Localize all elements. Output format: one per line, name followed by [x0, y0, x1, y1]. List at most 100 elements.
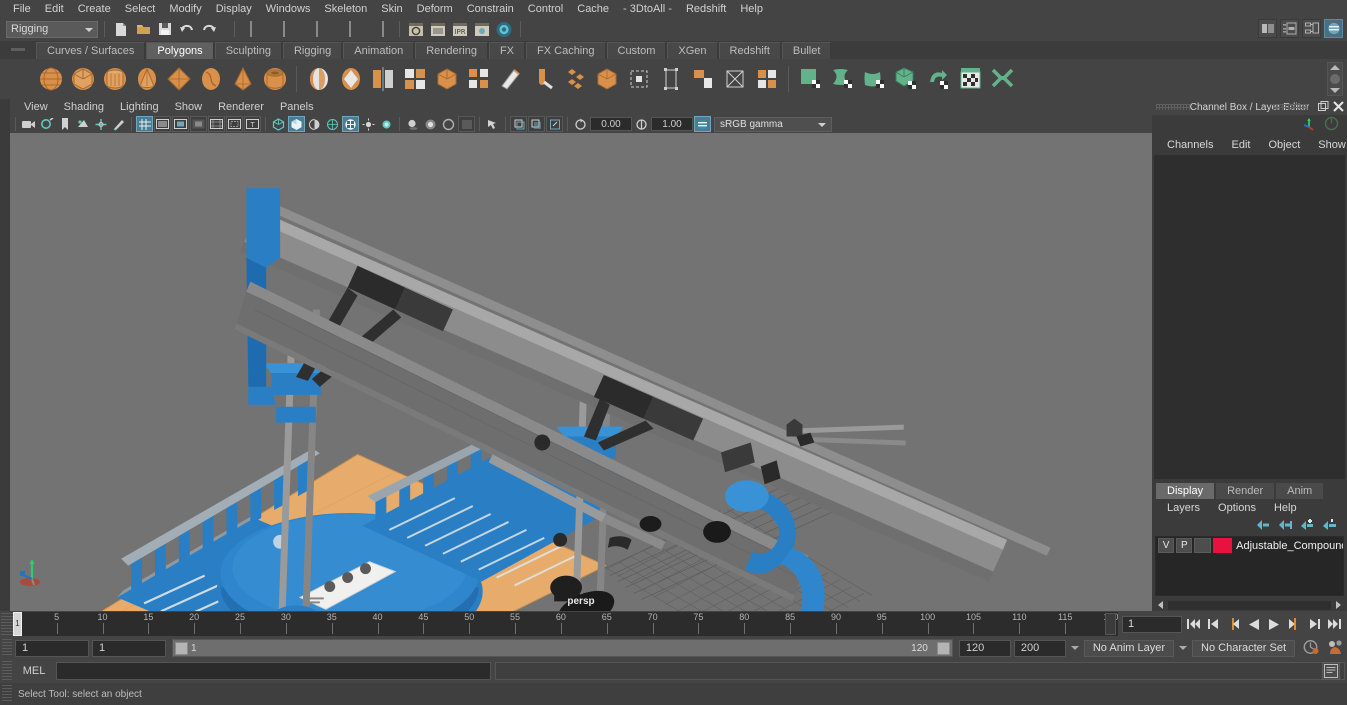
two-d-pan-zoom-icon[interactable] [92, 116, 109, 132]
shelf-button-poly-boolean-union[interactable] [304, 65, 333, 94]
shelf-button-poly-plane[interactable] [164, 65, 193, 94]
shelf-button-uv-checker-map[interactable] [956, 65, 985, 94]
menu-constrain[interactable]: Constrain [460, 1, 521, 17]
safe-action-icon[interactable] [226, 116, 243, 132]
scroll-right-icon[interactable] [1333, 600, 1343, 610]
range-start-handle[interactable] [175, 642, 188, 655]
snap-extra-icon[interactable] [373, 20, 393, 39]
viewport-3d-scene[interactable] [10, 133, 1152, 611]
shelf-button-poly-target-weld[interactable] [624, 65, 653, 94]
layer-tab-anim[interactable]: Anim [1276, 483, 1323, 499]
menu-cache[interactable]: Cache [570, 1, 616, 17]
command-line-grip[interactable] [2, 661, 12, 681]
shelf-scroll-control[interactable] [1327, 62, 1343, 96]
step-back-keyframe-icon[interactable] [1206, 616, 1221, 632]
menu-select[interactable]: Select [118, 1, 163, 17]
save-scene-icon[interactable] [155, 20, 175, 39]
menu-skeleton[interactable]: Skeleton [317, 1, 374, 17]
layer-list[interactable]: V P Adjustable_Compound_I [1155, 536, 1344, 596]
gate-mask-icon[interactable] [190, 116, 207, 132]
menu-file[interactable]: File [6, 1, 38, 17]
show-hide-channel-box-icon[interactable] [1324, 19, 1343, 38]
exposure-icon[interactable] [572, 116, 589, 132]
viewport-menu-renderer[interactable]: Renderer [210, 100, 272, 114]
film-gate-icon[interactable] [154, 116, 171, 132]
menu-set-selector[interactable]: Rigging [6, 21, 98, 38]
help-line-grip[interactable] [2, 685, 12, 703]
menu-control[interactable]: Control [521, 1, 570, 17]
layer-state-toggle[interactable] [1194, 538, 1210, 553]
isolate-select-icon[interactable] [484, 116, 501, 132]
shelf-button-uv-cylindrical-map[interactable] [828, 65, 857, 94]
shelf-button-uv-unfold[interactable] [924, 65, 953, 94]
shelf-button-uv-layout[interactable] [988, 65, 1017, 94]
shelf-button-poly-pipe[interactable] [260, 65, 289, 94]
no-manipulator-icon[interactable] [1324, 116, 1339, 134]
shelf-button-poly-prism[interactable] [228, 65, 257, 94]
xray-joints-icon[interactable] [528, 116, 545, 132]
new-scene-icon[interactable] [111, 20, 131, 39]
script-editor-icon[interactable] [1322, 662, 1340, 680]
layer-tab-display[interactable]: Display [1156, 483, 1214, 499]
shelf-tab-redshift[interactable]: Redshift [719, 42, 781, 59]
textured-icon[interactable] [342, 116, 359, 132]
shelf-tab-fx[interactable]: FX [489, 42, 525, 59]
shelf-button-poly-separate[interactable] [464, 65, 493, 94]
shelf-tab-bullet[interactable]: Bullet [782, 42, 832, 59]
xray-active-components-icon[interactable] [546, 116, 563, 132]
play-backwards-icon[interactable] [1246, 616, 1261, 632]
move-layer-down-icon[interactable] [1278, 519, 1293, 534]
render-current-frame-icon[interactable] [406, 20, 426, 39]
step-forward-frame-icon[interactable] [1286, 616, 1301, 632]
shade-selected-icon[interactable] [306, 116, 323, 132]
snap-mode-icon[interactable] [340, 20, 360, 39]
channel-box-menu-channels[interactable]: Channels [1158, 139, 1222, 151]
play-forwards-icon[interactable] [1266, 616, 1281, 632]
safe-title-icon[interactable]: T [244, 116, 261, 132]
shelf-button-poly-multicut[interactable] [656, 65, 685, 94]
menu-redshift[interactable]: Redshift [679, 1, 733, 17]
menu-edit[interactable]: Edit [38, 1, 71, 17]
shelf-tab-rendering[interactable]: Rendering [415, 42, 488, 59]
anim-end-time-field[interactable]: 200 [1014, 640, 1066, 657]
viewport-menu-shading[interactable]: Shading [56, 100, 112, 114]
auto-keyframe-icon[interactable] [1302, 639, 1319, 658]
range-slider-grip[interactable] [2, 639, 12, 657]
render-settings-icon[interactable]: IPR [450, 20, 470, 39]
gamma-value-field[interactable]: 1.00 [651, 117, 693, 131]
show-hide-modeling-toolkit-icon[interactable] [1258, 19, 1277, 38]
smooth-shade-all-icon[interactable] [288, 116, 305, 132]
shelf-button-poly-mirror[interactable] [368, 65, 397, 94]
shelf-button-poly-combine[interactable] [400, 65, 429, 94]
range-end-handle[interactable] [937, 642, 950, 655]
shelf-button-uv-spherical-map[interactable] [860, 65, 889, 94]
animation-preferences-icon[interactable] [1326, 639, 1343, 658]
shelf-button-uv-planar-map[interactable] [796, 65, 825, 94]
menu-modify[interactable]: Modify [162, 1, 208, 17]
scroll-left-icon[interactable] [1156, 600, 1166, 610]
move-layer-up-icon[interactable] [1256, 519, 1271, 534]
shelf-button-uv-automatic-map[interactable] [892, 65, 921, 94]
wireframe-icon[interactable] [270, 116, 287, 132]
shelf-button-poly-crease[interactable] [720, 65, 749, 94]
shelf-button-poly-torus[interactable] [196, 65, 225, 94]
hypershade-icon[interactable] [494, 20, 514, 39]
select-by-hierarchy-icon[interactable] [241, 20, 261, 39]
shelf-button-poly-cone[interactable] [132, 65, 161, 94]
channel-box-menu-object[interactable]: Object [1259, 139, 1309, 151]
viewport-menu-panels[interactable]: Panels [272, 100, 322, 114]
layer-list-horizontal-scrollbar[interactable] [1156, 599, 1343, 611]
layer-playback-toggle[interactable]: P [1176, 538, 1192, 553]
select-by-object-icon[interactable] [274, 20, 294, 39]
layer-menu-layers[interactable]: Layers [1158, 502, 1209, 514]
chevron-down-icon-anim-layer[interactable] [1071, 646, 1079, 650]
menu-windows[interactable]: Windows [259, 1, 318, 17]
render-region-icon[interactable] [472, 20, 492, 39]
shadows-icon[interactable] [404, 116, 421, 132]
menu-create[interactable]: Create [71, 1, 118, 17]
shelf-tab-custom[interactable]: Custom [607, 42, 667, 59]
perspective-viewport[interactable]: persp [10, 133, 1152, 611]
shelf-button-poly-bevel[interactable] [528, 65, 557, 94]
anim-layer-selector[interactable]: No Anim Layer [1084, 640, 1174, 657]
anim-start-time-field[interactable]: 1 [15, 640, 89, 657]
